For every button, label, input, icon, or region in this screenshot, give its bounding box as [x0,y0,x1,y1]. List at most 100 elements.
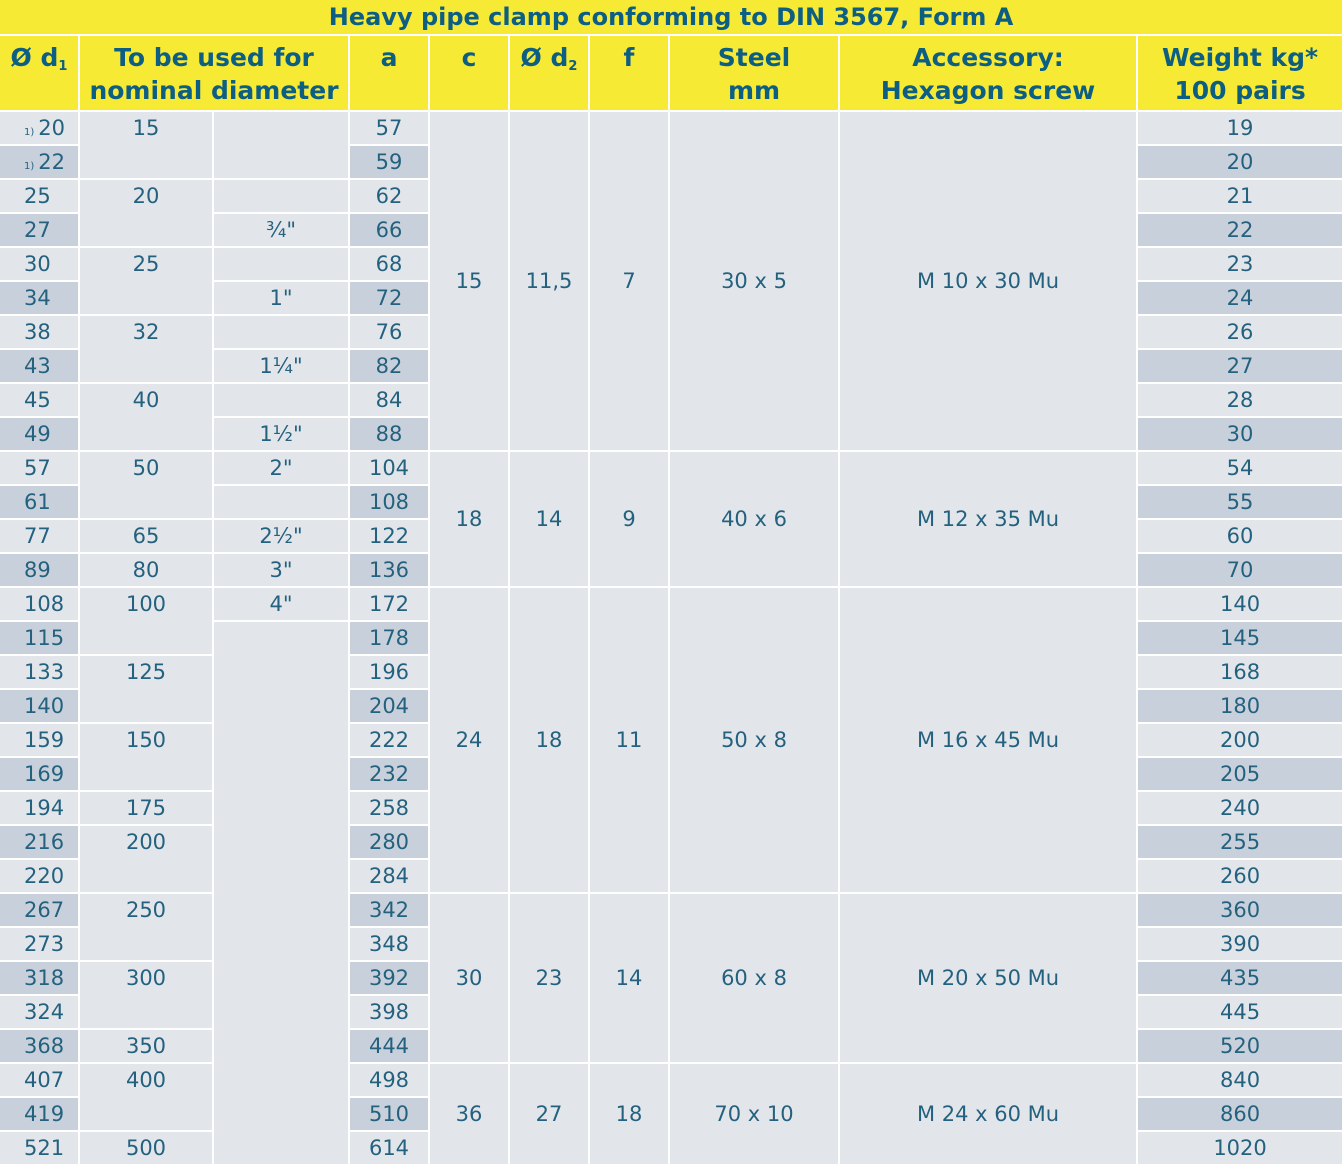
cell-nominal-dn: 25 [80,248,214,316]
table-body: 1) 20 15 57 15 11,5 7 30 x 5M 10 x 30 Mu 19 1) 22 5… [0,112,1342,1166]
cell-a: 62 [350,180,430,214]
cell-f: 11 [590,588,670,894]
cell-nominal-dn: 50 [80,452,214,520]
cell-a: 614 [350,1132,430,1166]
cell-a: 348 [350,928,430,962]
d1-value: 57 [24,456,51,480]
cell-weight: 21 [1138,180,1342,214]
cell-a: 342 [350,894,430,928]
cell-nominal-inch: 1¼" [214,350,350,384]
cell-nominal-dn: 80 [80,554,214,588]
cell-d1: 89 [0,554,80,588]
cell-weight: 22 [1138,214,1342,248]
pipe-clamp-table: Heavy pipe clamp conforming to DIN 3567,… [0,0,1342,1166]
cell-d1: 159 [0,724,80,758]
cell-weight: 1020 [1138,1132,1342,1166]
cell-d1: 267 [0,894,80,928]
cell-weight: 145 [1138,622,1342,656]
cell-f: 14 [590,894,670,1064]
cell-c: 36 [430,1064,510,1166]
cell-c: 18 [430,452,510,588]
cell-steel: 70 x 10 [670,1064,840,1166]
cell-c: 30 [430,894,510,1064]
cell-nominal-inch [214,384,350,418]
cell-weight: 240 [1138,792,1342,826]
d1-value: 273 [24,932,65,956]
cell-a: 398 [350,996,430,1030]
cell-screw: M 24 x 60 Mu [840,1064,1138,1166]
cell-d2: 14 [510,452,590,588]
table-row: 108 100 4" 172 24 18 11 50 x 8M 16 x 45 Mu 140 [0,588,1342,894]
table-title: Heavy pipe clamp conforming to DIN 3567,… [0,0,1342,36]
header-a: a [350,36,430,112]
cell-weight: 140 [1138,588,1342,622]
d1-value: 220 [24,864,65,888]
cell-d1: 25 [0,180,80,214]
cell-d1: 368 [0,1030,80,1064]
cell-weight: 520 [1138,1030,1342,1064]
header-accessory: Accessory: Hexagon screw [840,36,1138,112]
cell-weight: 860 [1138,1098,1342,1132]
d1-value: 34 [24,286,51,310]
cell-weight: 260 [1138,860,1342,894]
cell-nominal-inch: 3" [214,554,350,588]
cell-d1: 521 [0,1132,80,1166]
header-c: c [430,36,510,112]
cell-a: 204 [350,690,430,724]
d1-value: 43 [24,354,51,378]
cell-nominal-inch: 2½" [214,520,350,554]
cell-screw: M 12 x 35 Mu [840,452,1138,588]
cell-d1: 1) 22 [0,146,80,180]
d1-value: 22 [38,150,65,174]
cell-d2: 27 [510,1064,590,1166]
cell-d1: 30 [0,248,80,282]
cell-d1: 115 [0,622,80,656]
cell-d1: 407 [0,1064,80,1098]
cell-nominal-dn: 20 [80,180,214,248]
cell-d1: 57 [0,452,80,486]
cell-nominal-inch: ¾" [214,214,350,248]
cell-a: 72 [350,282,430,316]
d1-value: 77 [24,524,51,548]
cell-nominal-dn: 32 [80,316,214,384]
d1-value: 159 [24,728,65,752]
d1-value: 419 [24,1102,65,1126]
cell-nominal-inch: 2" [214,452,350,486]
d1-value: 324 [24,1000,65,1024]
cell-weight: 60 [1138,520,1342,554]
d1-value: 140 [24,694,65,718]
cell-d1: 45 [0,384,80,418]
cell-d1: 140 [0,690,80,724]
cell-nominal-dn: 300 [80,962,214,1030]
cell-nominal-dn: 150 [80,724,214,792]
cell-d1: 108 [0,588,80,622]
cell-f: 18 [590,1064,670,1166]
cell-weight: 19 [1138,112,1342,146]
cell-d1: 324 [0,996,80,1030]
cell-weight: 27 [1138,350,1342,384]
cell-weight: 20 [1138,146,1342,180]
cell-nominal-dn: 15 [80,112,214,180]
cell-screw: M 10 x 30 Mu [840,112,1138,452]
cell-d1: 273 [0,928,80,962]
cell-weight: 26 [1138,316,1342,350]
cell-d1: 419 [0,1098,80,1132]
header-weight: Weight kg* 100 pairs [1138,36,1342,112]
cell-d1: 220 [0,860,80,894]
d1-value: 61 [24,490,51,514]
cell-a: 66 [350,214,430,248]
header-d1: Ø d1 [0,36,80,112]
d1-value: 30 [24,252,51,276]
d1-value: 49 [24,422,51,446]
cell-nominal-dn: 400 [80,1064,214,1132]
cell-weight: 390 [1138,928,1342,962]
cell-nominal-inch: 1½" [214,418,350,452]
cell-nominal-dn: 100 [80,588,214,656]
d1-value: 38 [24,320,51,344]
cell-a: 510 [350,1098,430,1132]
cell-weight: 840 [1138,1064,1342,1098]
cell-weight: 70 [1138,554,1342,588]
cell-nominal-inch [214,622,350,1166]
cell-weight: 200 [1138,724,1342,758]
cell-nominal-inch [214,486,350,520]
